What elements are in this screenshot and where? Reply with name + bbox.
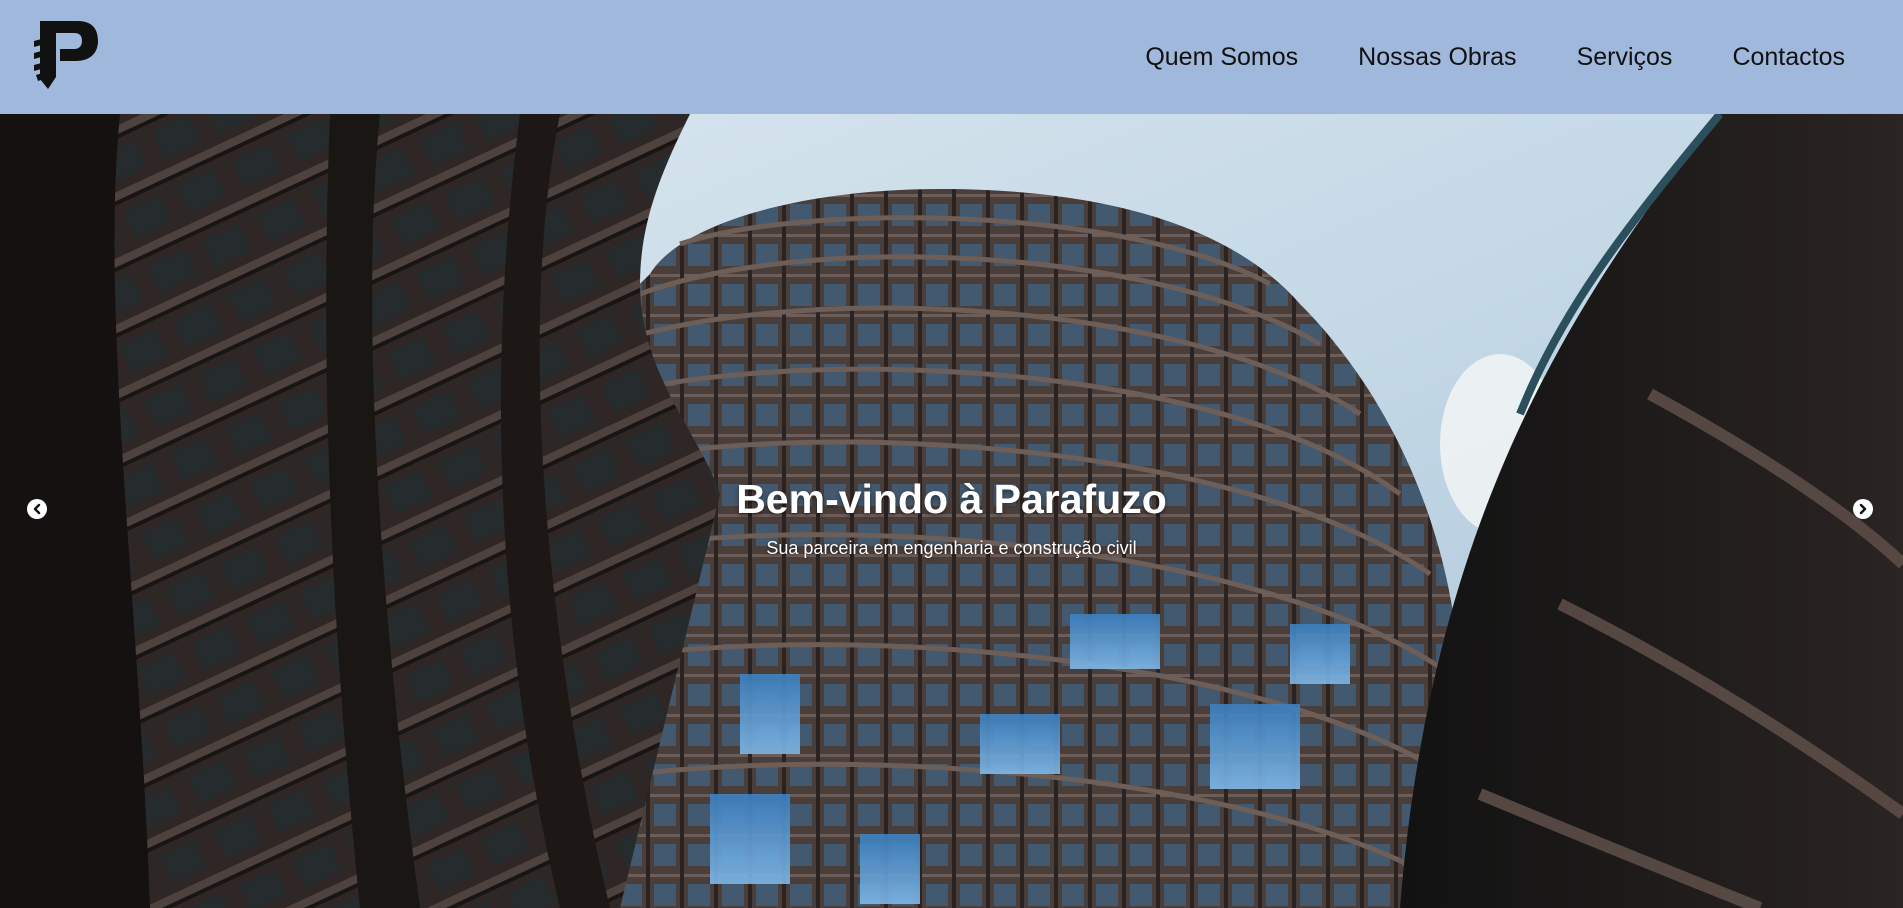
- site-header: Quem Somos Nossas Obras Serviços Contact…: [0, 0, 1903, 114]
- chevron-left-icon: [33, 503, 41, 515]
- carousel-prev-button[interactable]: [27, 499, 47, 519]
- nav-servicos[interactable]: Serviços: [1577, 43, 1673, 72]
- nav-quem-somos[interactable]: Quem Somos: [1145, 43, 1298, 72]
- carousel-next-button[interactable]: [1853, 499, 1873, 519]
- nav-contactos[interactable]: Contactos: [1732, 43, 1845, 72]
- hero-background-image: [0, 114, 1903, 908]
- chevron-right-icon: [1859, 503, 1867, 515]
- nav-nossas-obras[interactable]: Nossas Obras: [1358, 43, 1516, 72]
- hero-carousel: Bem-vindo à Parafuzo Sua parceira em eng…: [0, 114, 1903, 908]
- logo-icon[interactable]: [34, 19, 100, 89]
- main-nav: Quem Somos Nossas Obras Serviços Contact…: [1085, 0, 1845, 114]
